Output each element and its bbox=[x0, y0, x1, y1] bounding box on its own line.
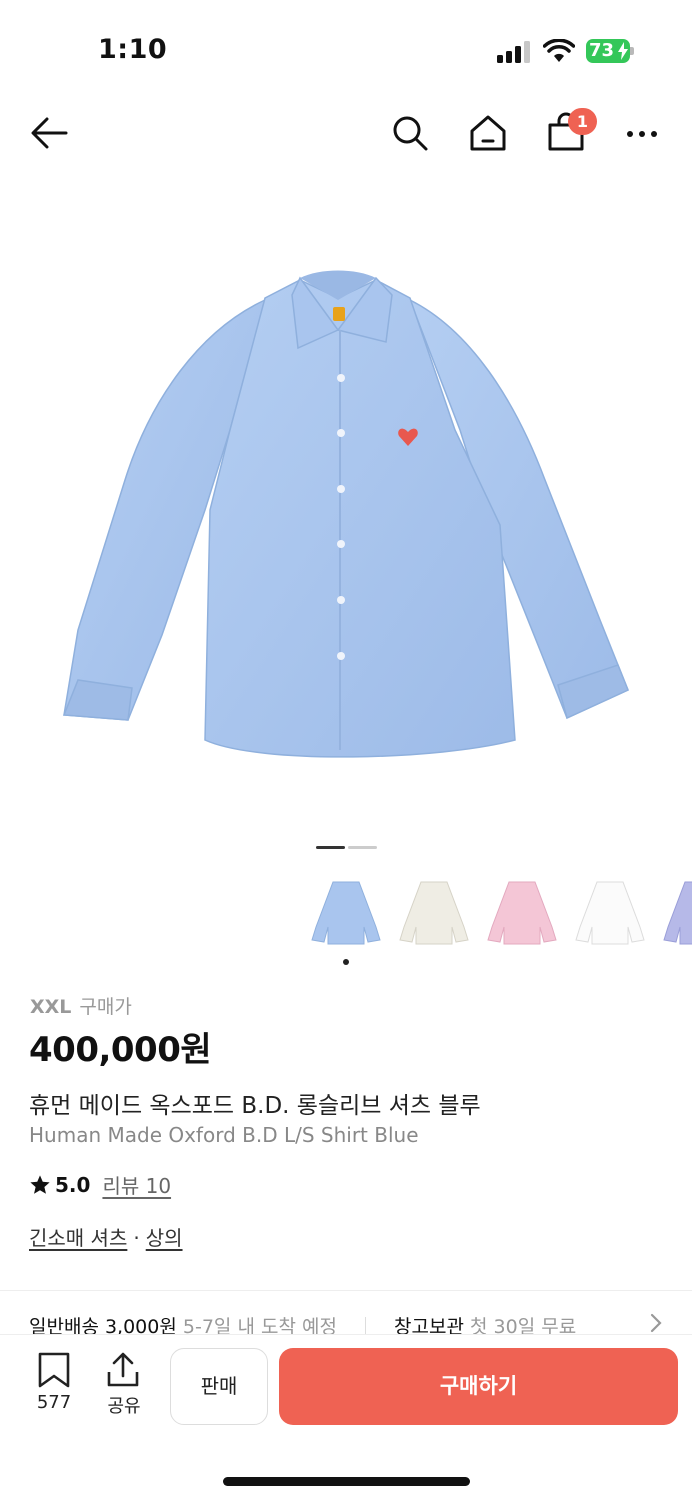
shipping-label: 일반배송 bbox=[29, 1316, 99, 1336]
product-image[interactable] bbox=[0, 180, 692, 830]
review-count-link[interactable]: 리뷰 10 bbox=[102, 1170, 171, 1199]
selected-thumbnail-dot bbox=[343, 959, 349, 965]
cart-count-badge: 1 bbox=[568, 108, 597, 135]
product-name-korean: 휴먼 메이드 옥스포드 B.D. 롱슬리브 셔츠 블루 bbox=[29, 1093, 481, 1119]
cellular-signal-icon bbox=[497, 41, 530, 63]
price-label: 구매가 bbox=[79, 996, 132, 1018]
bookmark-count: 577 bbox=[36, 1392, 72, 1413]
storage-label: 창고보관 bbox=[394, 1316, 464, 1336]
battery-percentage: 73 bbox=[589, 40, 615, 61]
size-price-label: XXL 구매가 bbox=[30, 992, 132, 1019]
section-divider bbox=[0, 1290, 692, 1291]
star-icon bbox=[30, 1174, 50, 1194]
thumbnail-white[interactable] bbox=[570, 872, 650, 952]
storage-desc: 첫 30일 무료 bbox=[470, 1316, 577, 1336]
more-options-icon[interactable] bbox=[626, 130, 658, 138]
color-thumbnails bbox=[0, 872, 692, 952]
back-arrow-icon[interactable] bbox=[30, 116, 68, 150]
category-link-tops[interactable]: 상의 bbox=[146, 1226, 183, 1250]
brand-label bbox=[333, 307, 345, 321]
category-breadcrumb: 긴소매 셔츠 · 상의 bbox=[29, 1222, 183, 1251]
battery-indicator: 73 bbox=[586, 39, 634, 63]
search-icon[interactable] bbox=[391, 114, 429, 152]
product-name-english: Human Made Oxford B.D L/S Shirt Blue bbox=[29, 1123, 419, 1147]
bookmark-icon[interactable] bbox=[36, 1352, 72, 1388]
category-link-long-sleeve-shirts[interactable]: 긴소매 셔츠 bbox=[29, 1226, 127, 1250]
product-rating: 5.0 리뷰 10 bbox=[29, 1170, 171, 1199]
chevron-right-icon bbox=[650, 1313, 662, 1333]
sell-button[interactable]: 판매 bbox=[170, 1348, 268, 1425]
selected-size: XXL bbox=[30, 996, 72, 1018]
charging-bolt-icon bbox=[618, 42, 628, 60]
wifi-icon bbox=[543, 39, 575, 62]
thumbnail-pink[interactable] bbox=[482, 872, 562, 952]
status-bar: 1:10 73 bbox=[0, 0, 692, 100]
rating-score: 5.0 bbox=[55, 1172, 91, 1197]
share-icon[interactable] bbox=[105, 1352, 141, 1388]
home-icon[interactable] bbox=[469, 114, 507, 152]
clock: 1:10 bbox=[98, 34, 168, 65]
shipping-info-row[interactable]: 일반배송 3,000원 5-7일 내 도착 예정 창고보관 첫 30일 무료 bbox=[29, 1312, 692, 1336]
thumbnail-blue[interactable] bbox=[306, 872, 386, 952]
category-separator: · bbox=[133, 1226, 140, 1250]
product-price: 400,000원 bbox=[29, 1030, 212, 1070]
shipping-eta: 5-7일 내 도착 예정 bbox=[182, 1316, 337, 1336]
shipping-price: 3,000원 bbox=[104, 1316, 177, 1336]
shirt-illustration bbox=[62, 270, 629, 758]
thumbnail-lavender[interactable] bbox=[658, 872, 692, 952]
home-indicator bbox=[223, 1477, 470, 1486]
share-label: 공유 bbox=[107, 1396, 141, 1417]
buy-button[interactable]: 구매하기 bbox=[279, 1348, 678, 1425]
thumbnail-white-ivory[interactable] bbox=[394, 872, 474, 952]
